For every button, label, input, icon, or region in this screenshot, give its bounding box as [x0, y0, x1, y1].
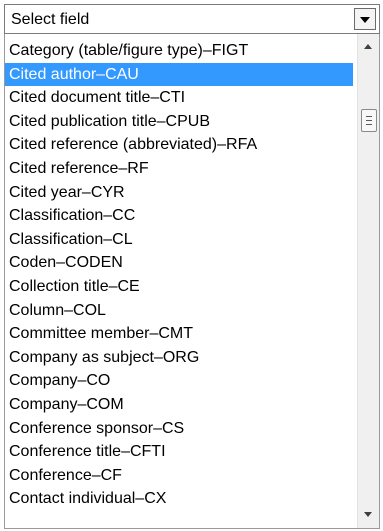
option-cc[interactable]: Classification–CC [5, 204, 353, 228]
option-cmt[interactable]: Committee member–CMT [5, 322, 353, 346]
option-cs[interactable]: Conference sponsor–CS [5, 417, 353, 441]
option-cfti[interactable]: Conference title–CFTI [5, 440, 353, 464]
arrow-down-icon [364, 512, 372, 517]
options-list: Category (table/figure type)–FIGT Cited … [5, 39, 353, 511]
vertical-scrollbar[interactable] [357, 34, 379, 528]
option-org[interactable]: Company as subject–ORG [5, 346, 353, 370]
option-figt[interactable]: Category (table/figure type)–FIGT [5, 39, 353, 63]
option-cl[interactable]: Classification–CL [5, 228, 353, 252]
grip-icon [366, 116, 372, 117]
option-cpub[interactable]: Cited publication title–CPUB [5, 110, 353, 134]
option-rfa[interactable]: Cited reference (abbreviated)–RFA [5, 133, 353, 157]
select-value: Select field [11, 11, 90, 28]
option-cyr[interactable]: Cited year–CYR [5, 181, 353, 205]
field-select[interactable]: Select field [4, 4, 380, 34]
arrow-up-icon [364, 44, 372, 49]
scroll-thumb[interactable] [361, 109, 377, 132]
option-co[interactable]: Company–CO [5, 369, 353, 393]
option-cau[interactable]: Cited author–CAU [5, 62, 353, 87]
scroll-down-button[interactable] [358, 505, 379, 525]
chevron-down-icon [360, 17, 370, 23]
grip-icon [366, 120, 372, 121]
option-cx[interactable]: Contact individual–CX [5, 487, 353, 511]
option-cf[interactable]: Conference–CF [5, 464, 353, 488]
option-rf[interactable]: Cited reference–RF [5, 157, 353, 181]
scroll-up-button[interactable] [358, 37, 379, 57]
option-cti[interactable]: Cited document title–CTI [5, 86, 353, 110]
grip-icon [366, 124, 372, 125]
option-col[interactable]: Column–COL [5, 299, 353, 323]
select-dropdown-button[interactable] [354, 8, 376, 30]
option-ce[interactable]: Collection title–CE [5, 275, 353, 299]
option-com[interactable]: Company–COM [5, 393, 353, 417]
option-coden[interactable]: Coden–CODEN [5, 251, 353, 275]
dropdown-list: Category (table/figure type)–FIGT Cited … [4, 34, 380, 529]
